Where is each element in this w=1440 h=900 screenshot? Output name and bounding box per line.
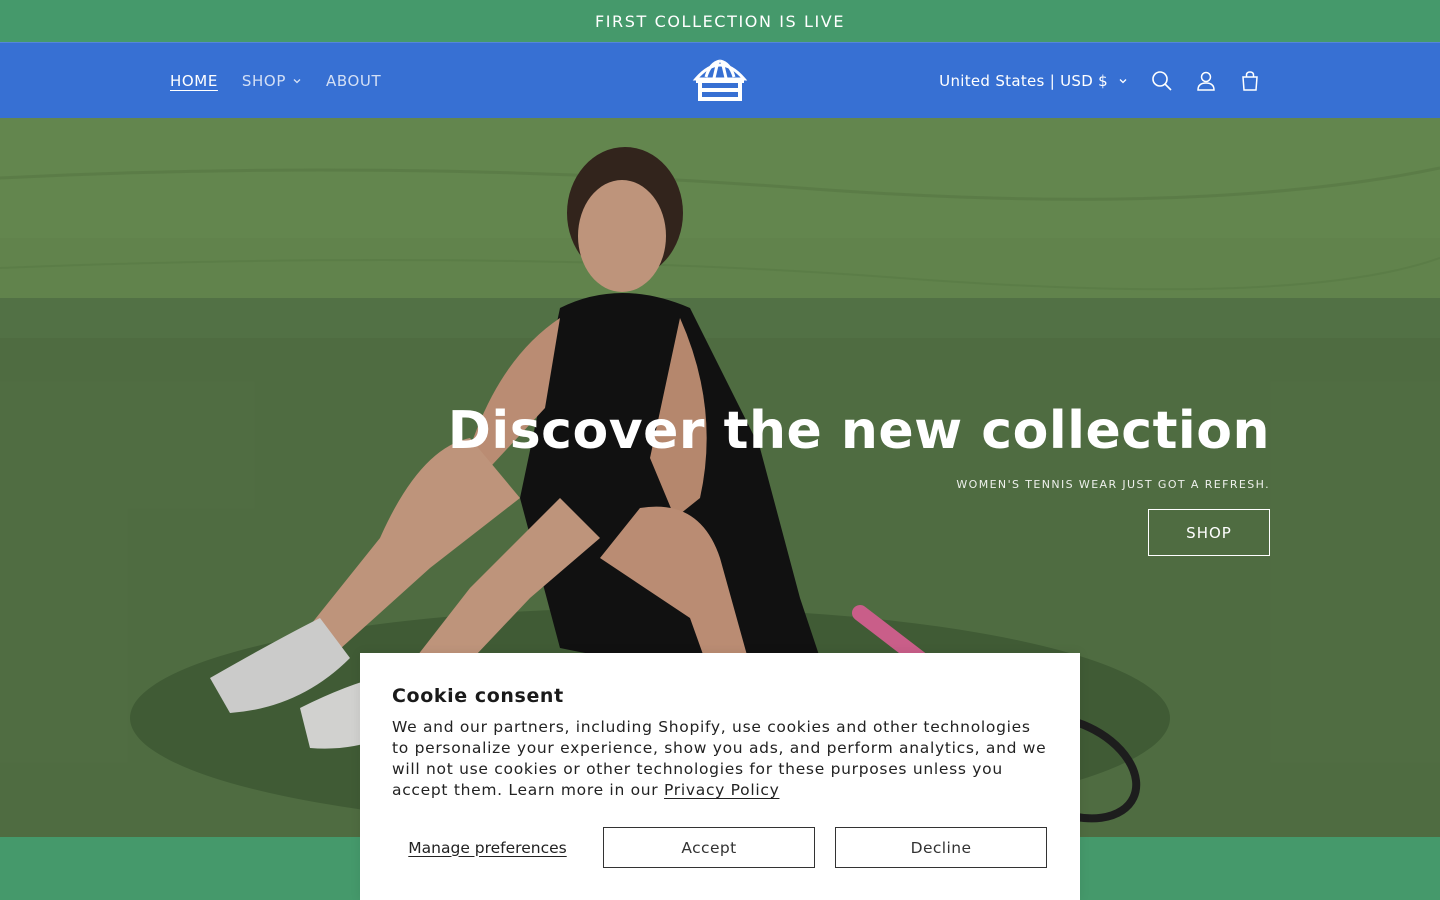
site-header: HOME SHOP ABOUT United States | USD $ <box>0 42 1440 118</box>
nav-shop[interactable]: SHOP <box>230 72 314 90</box>
country-selector[interactable]: United States | USD $ <box>927 72 1140 90</box>
hero-subtitle: WOMEN'S TENNIS WEAR JUST GOT A REFRESH. <box>956 478 1270 491</box>
privacy-policy-link[interactable]: Privacy Policy <box>664 781 779 799</box>
accept-button[interactable]: Accept <box>603 827 815 868</box>
chevron-down-icon <box>1119 79 1127 84</box>
cart-button[interactable] <box>1228 59 1272 103</box>
account-icon <box>1197 71 1215 91</box>
cart-icon <box>1242 71 1258 91</box>
nav-about[interactable]: ABOUT <box>314 72 393 90</box>
nav-home[interactable]: HOME <box>158 72 230 90</box>
search-button[interactable] <box>1140 59 1184 103</box>
hero-content: Discover the new collection WOMEN'S TENN… <box>448 398 1270 556</box>
chevron-down-icon <box>293 79 301 84</box>
nav-home-label: HOME <box>170 72 218 90</box>
nav-about-label: ABOUT <box>325 72 382 90</box>
hero-shop-button[interactable]: SHOP <box>1148 509 1270 556</box>
cookie-text: We and our partners, including Shopify, … <box>392 717 1048 801</box>
nav-shop-label: SHOP <box>241 72 286 90</box>
account-button[interactable] <box>1184 59 1228 103</box>
header-actions: United States | USD $ <box>927 43 1272 119</box>
store-logo[interactable] <box>692 57 748 105</box>
announcement-text: FIRST COLLECTION IS LIVE <box>594 11 846 31</box>
cookie-actions: Manage preferences Accept Decline <box>392 827 1048 868</box>
announcement-bar: FIRST COLLECTION IS LIVE <box>0 0 1440 42</box>
hero-title: Discover the new collection <box>447 401 1270 461</box>
main-nav: HOME SHOP ABOUT <box>158 43 393 119</box>
country-label: United States | USD $ <box>939 72 1108 90</box>
search-icon <box>1152 71 1172 91</box>
cookie-consent-dialog: Cookie consent We and our partners, incl… <box>360 653 1080 900</box>
awning-logo-icon <box>692 59 748 101</box>
cookie-title: Cookie consent <box>392 685 564 707</box>
manage-preferences-button[interactable]: Manage preferences <box>392 827 583 868</box>
decline-button[interactable]: Decline <box>835 827 1047 868</box>
